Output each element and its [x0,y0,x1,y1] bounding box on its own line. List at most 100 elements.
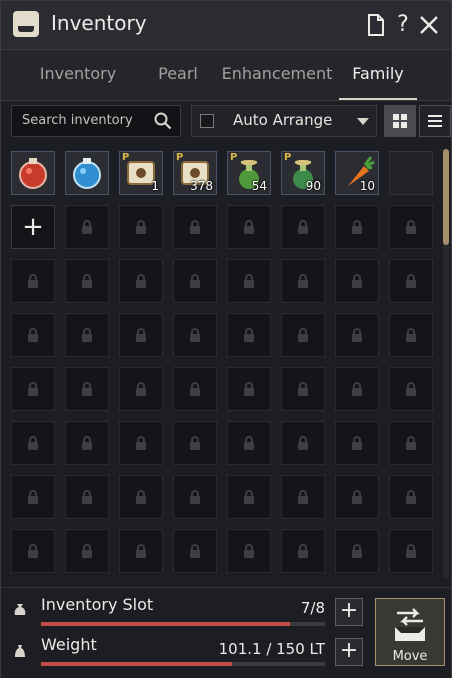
locked-slot [11,313,55,357]
locked-slot [173,421,217,465]
locked-slot [227,205,271,249]
auto-arrange-checkbox[interactable] [200,114,214,128]
list-view-button[interactable] [419,105,451,137]
search-placeholder: Search inventory [22,113,133,128]
lock-icon [298,490,308,504]
inventory-grid: P 1 P 378 P 54 P 90 10 + [1,147,441,583]
weight-bar [41,662,325,666]
tab-pearl[interactable]: Pearl [143,50,213,98]
locked-slot [65,475,109,519]
locked-slot [65,367,109,411]
lock-icon [406,382,416,396]
locked-slot [227,259,271,303]
search-icon[interactable] [154,112,172,130]
locked-slot [11,529,55,573]
lock-icon [82,328,92,342]
auto-arrange-dropdown[interactable]: Auto Arrange [191,105,377,137]
locked-slot [335,259,379,303]
item-slot[interactable]: 10 [335,151,379,195]
lock-icon [244,544,254,558]
lock-icon [298,274,308,288]
tab-enhancement[interactable]: Enhancement [219,50,335,98]
scrollbar[interactable] [443,149,449,579]
lock-icon [190,490,200,504]
chevron-down-icon [357,118,369,125]
grid-view-button[interactable] [384,105,416,137]
close-icon[interactable] [417,11,441,39]
item-slot[interactable]: P 378 [173,151,217,195]
lock-icon [82,490,92,504]
lock-icon [244,328,254,342]
locked-slot [389,529,433,573]
lock-icon [190,274,200,288]
inventory-footer: Inventory Slot 7/8 + Weight 101.1 / 150 … [1,587,451,678]
lock-icon [136,490,146,504]
locked-slot [173,205,217,249]
pearl-badge: P [284,152,292,163]
lock-icon [136,544,146,558]
lock-icon [82,544,92,558]
lock-icon [406,328,416,342]
item-slot[interactable] [65,151,109,195]
add-weight-button[interactable]: + [335,638,363,666]
locked-slot [65,205,109,249]
locked-slot [11,259,55,303]
inventory-slot-label: Inventory Slot [41,595,154,614]
lock-icon [136,382,146,396]
item-slot[interactable]: P 1 [119,151,163,195]
weight-icon [15,645,25,657]
add-inventory-slot-button[interactable]: + [335,598,363,626]
locked-slot [65,259,109,303]
lock-icon [190,220,200,234]
item-slot[interactable] [11,151,55,195]
tab-family[interactable]: Family [339,50,417,100]
document-icon[interactable] [365,11,387,39]
scrollbar-thumb[interactable] [443,149,449,245]
lock-icon [190,544,200,558]
locked-slot [227,313,271,357]
grid-icon [393,114,407,128]
locked-slot [173,475,217,519]
locked-slot [335,421,379,465]
tab-inventory[interactable]: Inventory [23,50,133,98]
inventory-slot-bar-fill [41,622,290,626]
window-title: Inventory [51,11,147,35]
locked-slot [65,313,109,357]
inventory-toolbar: Search inventory Auto Arrange [1,101,451,141]
item-slot[interactable]: P 54 [227,151,271,195]
lock-icon [28,328,38,342]
inventory-window: Inventory ? Inventory Pearl Enhancement … [0,0,452,678]
locked-slot [65,529,109,573]
item-count: 10 [359,179,375,193]
locked-slot [281,367,325,411]
lock-icon [406,490,416,504]
item-slot[interactable] [389,151,433,195]
locked-slot [11,367,55,411]
help-icon[interactable]: ? [393,11,413,39]
locked-slot [335,205,379,249]
item-slot[interactable]: P 90 [281,151,325,195]
locked-slot [389,259,433,303]
locked-slot [173,259,217,303]
locked-slot [227,421,271,465]
locked-slot [389,421,433,465]
move-button[interactable]: Move [375,598,445,666]
add-slot-button[interactable]: + [11,205,55,249]
lock-icon [298,220,308,234]
search-input[interactable]: Search inventory [11,105,181,137]
lock-icon [136,328,146,342]
locked-slot [281,421,325,465]
lock-icon [82,220,92,234]
locked-slot [119,475,163,519]
lock-icon [190,436,200,450]
inventory-chest-icon [13,11,39,37]
lock-icon [82,382,92,396]
lock-icon [406,274,416,288]
lock-icon [28,274,38,288]
locked-slot [173,313,217,357]
locked-slot [11,421,55,465]
move-box-icon [395,608,425,641]
item-count: 378 [190,179,213,193]
lock-icon [190,328,200,342]
locked-slot [389,313,433,357]
